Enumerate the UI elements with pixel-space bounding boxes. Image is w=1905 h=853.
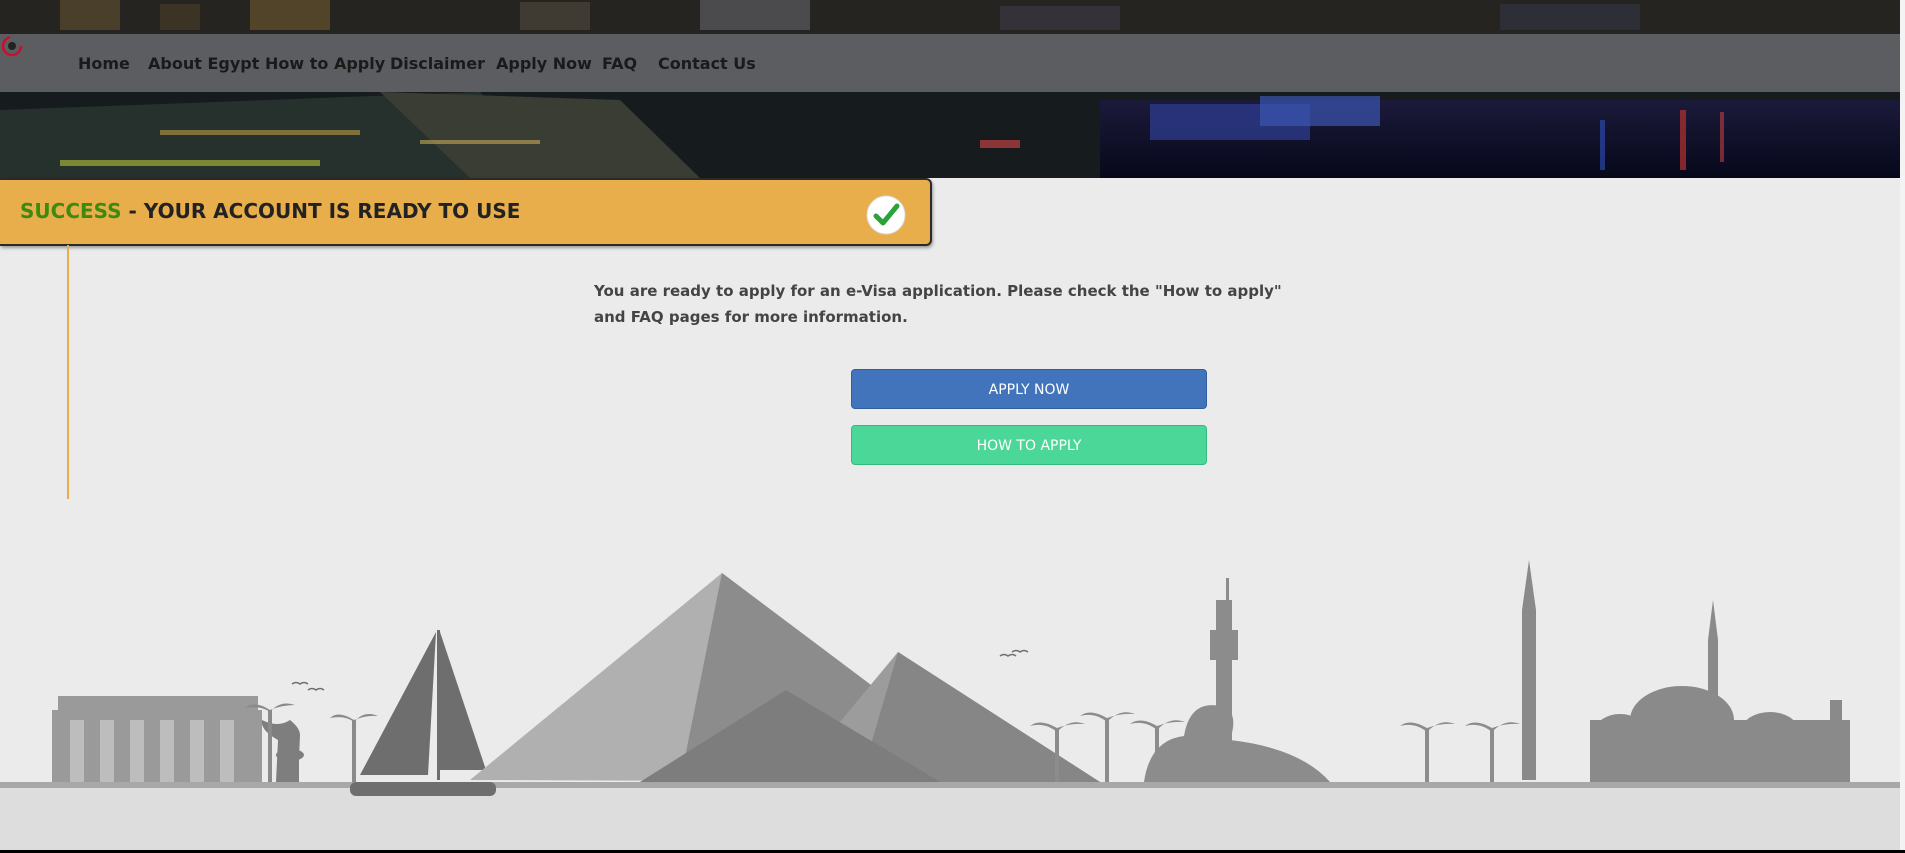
success-banner: SUCCESS - YOUR ACCOUNT IS READY TO USE — [0, 178, 932, 246]
success-heading: SUCCESS - YOUR ACCOUNT IS READY TO USE — [20, 199, 520, 223]
nav-how-to-apply[interactable]: How to Apply — [265, 54, 385, 73]
page-viewport: Home About Egypt How to Apply Disclaimer… — [0, 0, 1900, 850]
checkmark-icon — [866, 195, 906, 235]
success-word: SUCCESS — [20, 199, 122, 223]
info-message: You are ready to apply for an e-Visa app… — [594, 282, 1282, 326]
vertical-scrollbar[interactable] — [1900, 0, 1905, 850]
e-visa-logo-icon[interactable] — [0, 34, 24, 58]
nav-contact-us[interactable]: Contact Us — [658, 54, 756, 73]
egypt-landmarks-illustration — [0, 560, 1900, 850]
hero-banner-image: Home About Egypt How to Apply Disclaimer… — [0, 0, 1900, 178]
nav-apply-now[interactable]: Apply Now — [496, 54, 592, 73]
success-message: - YOUR ACCOUNT IS READY TO USE — [121, 199, 521, 223]
nav-faq[interactable]: FAQ — [602, 54, 637, 73]
nav-disclaimer[interactable]: Disclaimer — [390, 54, 485, 73]
nav-about-egypt[interactable]: About Egypt — [148, 54, 259, 73]
main-navbar: Home About Egypt How to Apply Disclaimer… — [0, 34, 1900, 92]
apply-now-button[interactable]: APPLY NOW — [851, 369, 1207, 409]
how-to-apply-button[interactable]: HOW TO APPLY — [851, 425, 1207, 465]
decorative-vertical-line — [67, 245, 69, 499]
nav-home[interactable]: Home — [78, 54, 130, 73]
